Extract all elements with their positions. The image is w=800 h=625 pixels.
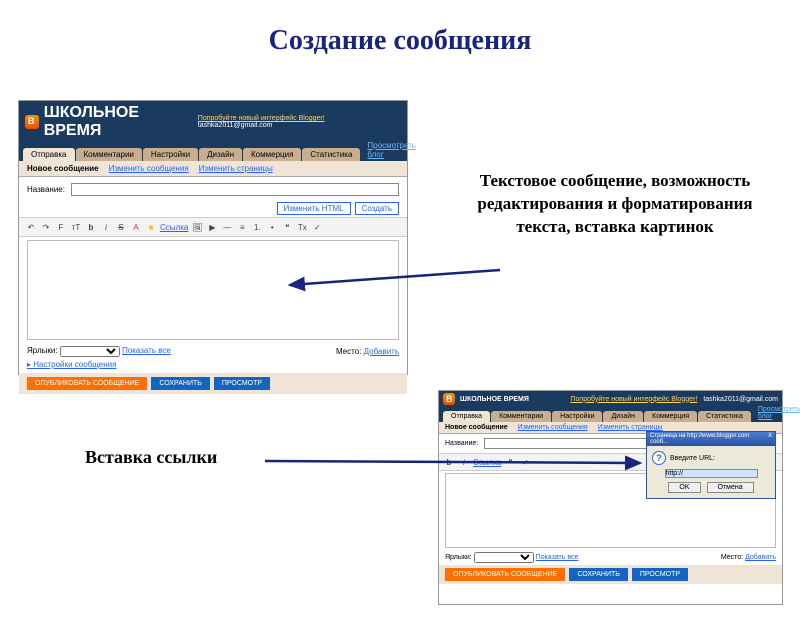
insert-link-button[interactable]: Ссылка: [160, 221, 188, 233]
bullet-list-icon[interactable]: •: [266, 221, 278, 233]
action-buttons: ОПУБЛИКОВАТЬ СООБЩЕНИЕ СОХРАНИТЬ ПРОСМОТ…: [19, 373, 407, 394]
brand: ШКОЛЬНОЕ ВРЕМЯ: [25, 104, 198, 140]
user-email: tashka2011@gmail.com: [198, 122, 273, 129]
tab-settings[interactable]: Настройки: [552, 411, 602, 422]
dialog-close-icon[interactable]: X: [768, 433, 772, 445]
brand-text: ШКОЛЬНОЕ ВРЕМЯ: [44, 104, 198, 140]
subtab-edit-pages[interactable]: Изменить страницы: [199, 164, 273, 173]
dialog-title-text: Страница на http://www.blogger.com сооб.…: [650, 433, 768, 445]
tab-monetize[interactable]: Коммерция: [644, 411, 697, 422]
header-bar: ШКОЛЬНОЕ ВРЕМЯ Попробуйте новый интерфей…: [439, 391, 782, 407]
compose-button[interactable]: Создать: [355, 202, 399, 215]
main-tabs: Отправка Комментарии Настройки Дизайн Ко…: [439, 407, 782, 422]
preview-button[interactable]: ПРОСМОТР: [632, 568, 688, 581]
tab-stats[interactable]: Статистика: [302, 148, 360, 161]
post-metadata-row: Ярлыки: Показать все Место: Добавить: [439, 550, 782, 565]
show-all-labels-link[interactable]: Показать все: [122, 346, 171, 355]
tab-comments[interactable]: Комментарии: [491, 411, 551, 422]
redo-icon[interactable]: ↷: [40, 221, 52, 233]
tab-design[interactable]: Дизайн: [603, 411, 643, 422]
url-prompt-dialog: Страница на http://www.blogger.com сооб.…: [646, 431, 776, 499]
editor-mode-row: Изменить HTML Создать: [19, 202, 407, 217]
subtab-edit-pages[interactable]: Изменить страницы: [598, 424, 663, 431]
labels-label: Ярлыки:: [27, 346, 58, 355]
post-settings-text: Настройки сообщения: [33, 360, 116, 369]
font-size-icon[interactable]: тТ: [70, 221, 82, 233]
dialog-prompt-text: Введите URL:: [670, 455, 715, 462]
place-label: Место:: [336, 347, 361, 356]
show-all-labels-link[interactable]: Показать все: [536, 554, 579, 561]
labels-label: Ярлыки:: [445, 554, 472, 561]
sub-tabs: Новое сообщение Изменить сообщения Измен…: [19, 161, 407, 177]
save-button[interactable]: СОХРАНИТЬ: [151, 377, 210, 390]
tab-posting[interactable]: Отправка: [23, 148, 75, 161]
dialog-titlebar: Страница на http://www.blogger.com сооб.…: [647, 432, 775, 446]
brand-text: ШКОЛЬНОЕ ВРЕМЯ: [460, 396, 529, 403]
user-email: tashka2011@gmail.com: [703, 396, 778, 403]
align-icon[interactable]: ≡: [236, 221, 248, 233]
main-tabs: Отправка Комментарии Настройки Дизайн Ко…: [19, 143, 407, 161]
post-settings-link[interactable]: ▸ Настройки сообщения: [19, 360, 407, 373]
brand: ШКОЛЬНОЕ ВРЕМЯ: [443, 393, 529, 405]
publish-button[interactable]: ОПУБЛИКОВАТЬ СООБЩЕНИЕ: [445, 568, 565, 581]
dialog-ok-button[interactable]: OK: [668, 482, 700, 493]
more-break-icon[interactable]: —: [221, 221, 233, 233]
view-blog-link[interactable]: Просмотреть блог: [361, 139, 422, 161]
add-place-link[interactable]: Добавить: [745, 554, 776, 561]
tab-monetize[interactable]: Коммерция: [243, 148, 301, 161]
undo-icon[interactable]: ↶: [25, 221, 37, 233]
slide-title: Создание сообщения: [0, 25, 800, 57]
add-place-link[interactable]: Добавить: [364, 347, 399, 356]
action-buttons: ОПУБЛИКОВАТЬ СООБЩЕНИЕ СОХРАНИТЬ ПРОСМОТ…: [439, 565, 782, 584]
strike-icon[interactable]: S: [115, 221, 127, 233]
post-title-input[interactable]: [71, 183, 399, 196]
place-area: Место: Добавить: [721, 554, 776, 561]
blogger-editor-screenshot-2: ШКОЛЬНОЕ ВРЕМЯ Попробуйте новый интерфей…: [438, 390, 783, 605]
tab-comments[interactable]: Комментарии: [76, 148, 142, 161]
post-title-row: Название:: [19, 177, 407, 202]
post-metadata-row: Ярлыки: Показать все Место: Добавить: [19, 343, 407, 360]
try-new-interface-link[interactable]: Попробуйте новый интерфейс Blogger!: [570, 396, 697, 403]
labels-select[interactable]: [60, 346, 120, 357]
url-input[interactable]: [665, 469, 758, 478]
tab-stats[interactable]: Статистика: [698, 411, 751, 422]
title-label: Название:: [27, 185, 65, 194]
subtab-new-post[interactable]: Новое сообщение: [27, 164, 99, 173]
bg-color-icon[interactable]: ■: [145, 221, 157, 233]
edit-html-button[interactable]: Изменить HTML: [277, 202, 351, 215]
labels-select[interactable]: [474, 552, 534, 563]
numbered-list-icon[interactable]: 1.: [251, 221, 263, 233]
bold-icon[interactable]: b: [85, 221, 97, 233]
text-color-icon[interactable]: A: [130, 221, 142, 233]
arrow-2: [260, 453, 660, 483]
view-blog-link[interactable]: Просмотреть блог: [752, 404, 800, 422]
place-area: Место: Добавить: [336, 347, 399, 356]
publish-button[interactable]: ОПУБЛИКОВАТЬ СООБЩЕНИЕ: [27, 377, 147, 390]
blogger-logo-icon: [25, 115, 39, 129]
account-area: Попробуйте новый интерфейс Blogger! tash…: [198, 115, 401, 129]
save-button[interactable]: СОХРАНИТЬ: [569, 568, 628, 581]
try-new-interface-link[interactable]: Попробуйте новый интерфейс Blogger!: [198, 115, 325, 122]
subtab-edit-posts[interactable]: Изменить сообщения: [518, 424, 588, 431]
subtab-new-post[interactable]: Новое сообщение: [445, 424, 508, 431]
tab-posting[interactable]: Отправка: [443, 411, 490, 422]
subtab-edit-posts[interactable]: Изменить сообщения: [109, 164, 189, 173]
italic-icon[interactable]: i: [100, 221, 112, 233]
header-bar: ШКОЛЬНОЕ ВРЕМЯ Попробуйте новый интерфей…: [19, 101, 407, 143]
place-label: Место:: [721, 554, 743, 561]
title-label: Название:: [445, 440, 478, 447]
font-icon[interactable]: F: [55, 221, 67, 233]
labels-area: Ярлыки: Показать все: [445, 552, 578, 563]
blogger-logo-icon: [443, 393, 455, 405]
preview-button[interactable]: ПРОСМОТР: [214, 377, 270, 390]
insert-image-icon[interactable]: 🖼: [191, 221, 203, 233]
insert-video-icon[interactable]: ▶: [206, 221, 218, 233]
labels-area: Ярлыки: Показать все: [27, 346, 171, 357]
tab-design[interactable]: Дизайн: [199, 148, 242, 161]
tab-settings[interactable]: Настройки: [143, 148, 198, 161]
arrow-1: [280, 220, 510, 310]
dialog-cancel-button[interactable]: Отмена: [707, 482, 754, 493]
account-area: Попробуйте новый интерфейс Blogger! tash…: [570, 396, 778, 403]
